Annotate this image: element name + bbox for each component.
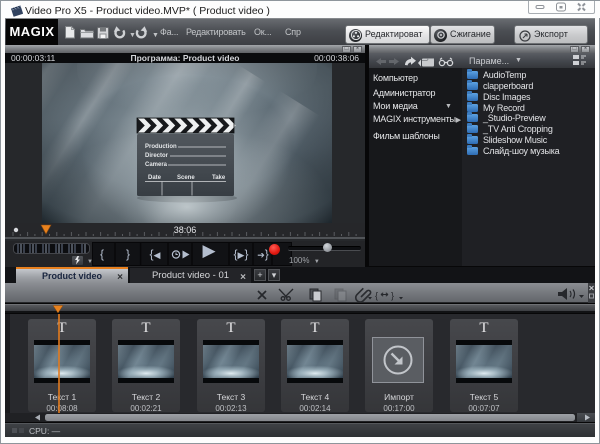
svg-text:Director: Director xyxy=(145,153,169,159)
svg-text:Camera: Camera xyxy=(145,162,168,168)
svg-text:Date: Date xyxy=(148,175,162,181)
svg-text:}: } xyxy=(391,291,394,301)
svg-text:Take: Take xyxy=(212,175,226,181)
svg-text:Production: Production xyxy=(145,144,177,150)
svg-text:{: { xyxy=(375,291,378,301)
svg-text:Scene: Scene xyxy=(177,175,195,181)
